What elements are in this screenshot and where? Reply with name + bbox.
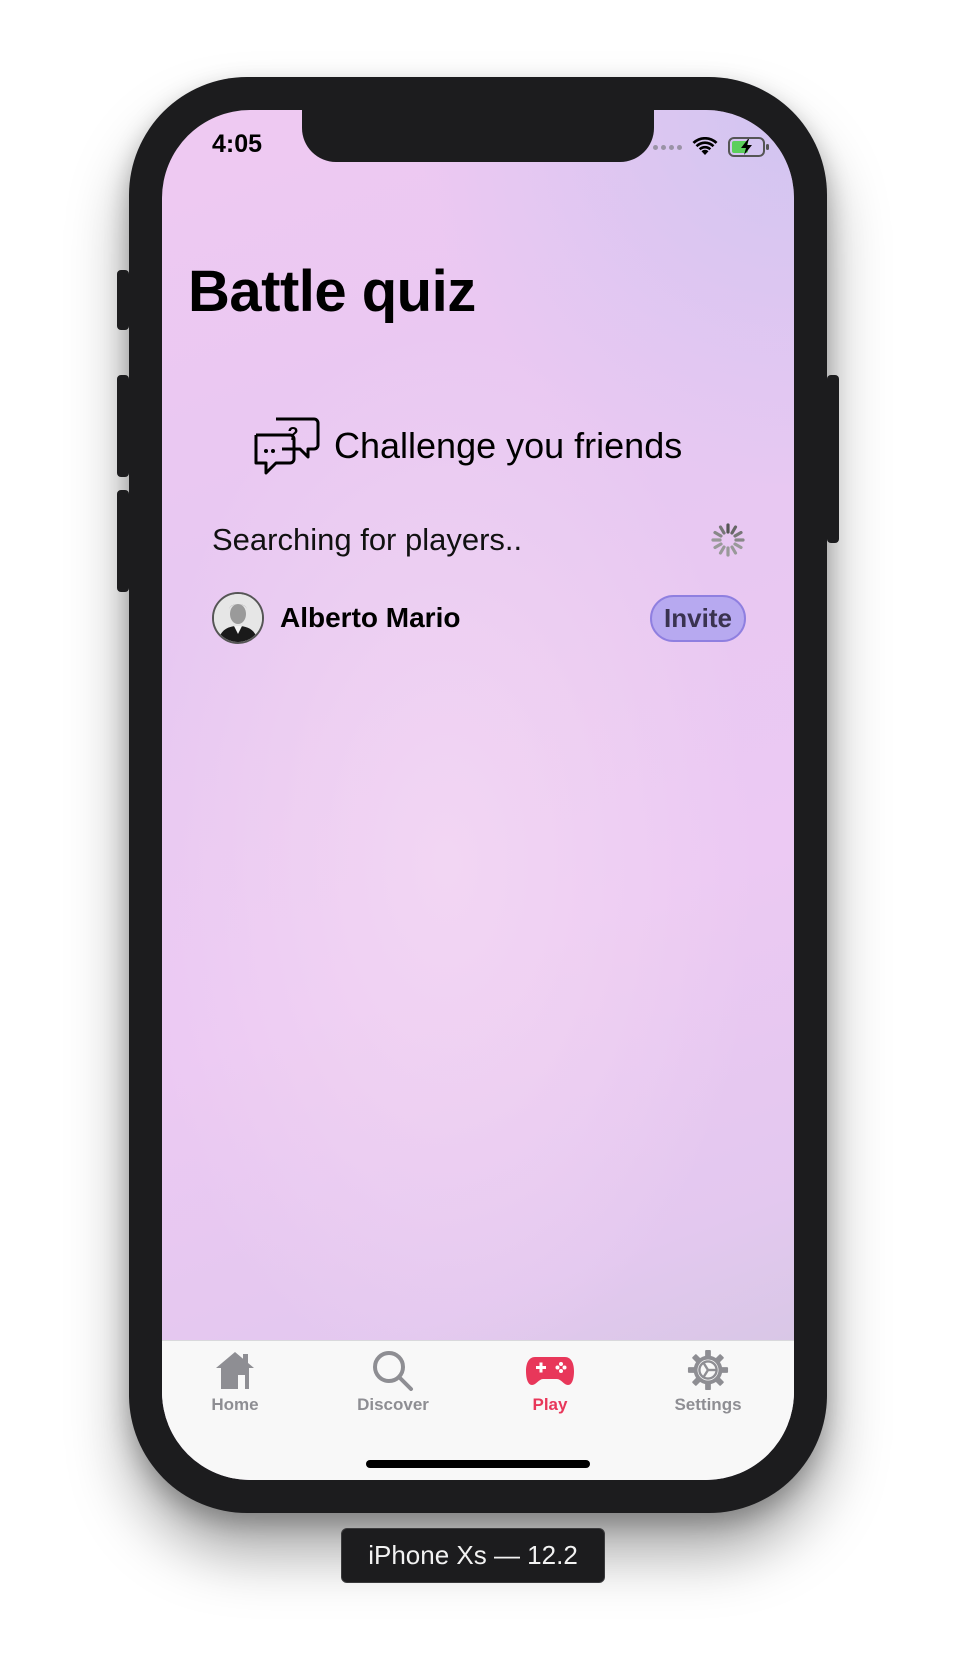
activity-spinner-icon: [711, 523, 745, 557]
wifi-icon: [692, 137, 718, 155]
power-button: [827, 375, 839, 543]
status-icons: [653, 136, 770, 158]
app-screen: 4:05 Battle quiz ? Challenge you friends…: [162, 110, 794, 1480]
avatar-photo: [214, 594, 262, 642]
home-indicator[interactable]: [366, 1460, 590, 1468]
house-icon: [216, 1352, 254, 1389]
page-title: Battle quiz: [188, 259, 476, 324]
invite-button[interactable]: Invite: [650, 594, 746, 642]
search-status-row: Searching for players..: [212, 518, 746, 562]
tab-home[interactable]: Home: [175, 1349, 295, 1415]
gamepad-icon: [526, 1357, 574, 1385]
simulator-device-label: iPhone Xs — 12.2: [341, 1528, 605, 1583]
tab-label-home: Home: [211, 1395, 259, 1414]
tab-label-settings: Settings: [674, 1395, 742, 1414]
player-name: Alberto Mario: [280, 602, 461, 633]
svg-text:?: ?: [288, 424, 299, 444]
cellular-dots-icon: [653, 144, 682, 150]
search-status-label: Searching for players..: [212, 522, 523, 557]
silent-switch: [117, 270, 129, 330]
status-time: 4:05: [212, 130, 263, 158]
tab-settings[interactable]: Settings: [648, 1349, 768, 1415]
chat-question-icon: ?: [254, 417, 320, 475]
tab-label-play: Play: [532, 1395, 568, 1414]
challenge-header: ? Challenge you friends: [252, 415, 682, 477]
notch: [302, 110, 654, 162]
player-row: Alberto Mario Invite: [212, 592, 746, 644]
simulator-stage: 4:05 Battle quiz ? Challenge you friends…: [0, 0, 956, 1664]
tab-play[interactable]: Play: [490, 1349, 610, 1415]
tab-label-discover: Discover: [357, 1395, 429, 1414]
volume-up-button: [117, 375, 129, 477]
tab-discover[interactable]: Discover: [333, 1349, 453, 1415]
volume-down-button: [117, 490, 129, 592]
avatar: [212, 592, 264, 644]
challenge-label: Challenge you friends: [334, 425, 683, 466]
magnifier-icon: [373, 1351, 413, 1391]
battery-charging-icon: [728, 137, 769, 157]
gear-icon: [687, 1349, 729, 1391]
tab-bar: Home Discover Play Settings: [162, 1340, 794, 1480]
